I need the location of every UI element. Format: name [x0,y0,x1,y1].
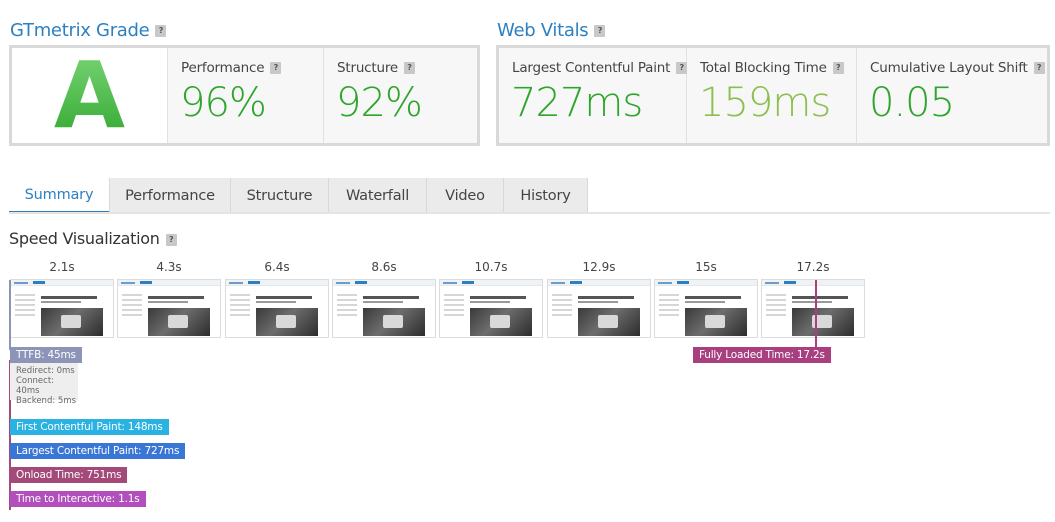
frame-thumbnail-image [148,308,210,336]
filmstrip-frame[interactable] [117,279,221,338]
web-vitals-title: Web Vitals? [497,20,606,41]
report-tabs: Summary Performance Structure Waterfall … [9,178,588,214]
tbt-value: 159ms [699,80,831,126]
help-icon[interactable]: ? [676,62,688,74]
tab-structure[interactable]: Structure [231,178,329,214]
frame-thumbnail-image [41,308,103,336]
tab-performance[interactable]: Performance [110,178,231,214]
filmstrip-frame[interactable] [332,279,436,338]
frame-thumbnail-image [792,308,854,336]
grade-letter: A [12,42,167,149]
fcp-marker[interactable]: First Contentful Paint: 148ms [10,419,169,435]
tti-marker[interactable]: Time to Interactive: 1.1s [10,491,146,507]
frame-thumbnail-image [363,308,425,336]
frame-time-label: 15s [695,260,717,274]
tbt-label: Total Blocking Time? [700,60,844,76]
frame-time-label: 12.9s [582,260,616,274]
performance-label: Performance? [181,60,282,76]
onload-marker[interactable]: Onload Time: 751ms [10,467,128,483]
frame-thumbnail-image [256,308,318,336]
tab-video[interactable]: Video [427,178,504,214]
lcp-cell: Largest Contentful Paint? 727ms [499,48,688,143]
help-icon[interactable]: ? [404,62,416,74]
tbt-cell: Total Blocking Time? 159ms [687,48,857,143]
performance-cell: Performance? 96% [168,48,324,143]
cls-label: Cumulative Layout Shift? [870,60,1045,76]
ttfb-marker[interactable]: TTFB: 45ms [10,347,82,363]
frame-time-label: 10.7s [474,260,508,274]
help-icon[interactable]: ? [270,62,282,74]
speed-visualization-title: Speed Visualization? [9,229,177,248]
filmstrip-frame[interactable] [761,279,865,338]
help-icon[interactable]: ? [1033,62,1045,74]
frame-time-label: 6.4s [264,260,290,274]
grade-cell: A [12,42,168,149]
structure-cell: Structure? 92% [324,48,477,143]
help-icon[interactable]: ? [155,25,167,37]
lcp-label: Largest Contentful Paint? [512,60,688,76]
fully-loaded-marker[interactable]: Fully Loaded Time: 17.2s [693,347,831,363]
redirect-time: Redirect: 0ms [16,366,75,376]
gtmetrix-grade-panel: A Performance? 96% Structure? 92% [9,42,480,149]
frame-time-label: 17.2s [796,260,830,274]
filmstrip-frame[interactable] [654,279,758,338]
connect-time: Connect: 40ms [16,376,55,396]
frame-thumbnail-image [470,308,532,336]
help-icon[interactable]: ? [832,62,844,74]
filmstrip-frame[interactable] [439,279,543,338]
frame-thumbnail-image [685,308,747,336]
performance-value: 96% [180,80,267,126]
filmstrip-frame[interactable] [225,279,329,338]
fully-loaded-line [815,280,817,348]
frame-time-label: 4.3s [156,260,182,274]
cls-cell: Cumulative Layout Shift? 0.05 [857,48,1047,143]
help-icon[interactable]: ? [594,25,606,37]
ttfb-breakdown: Redirect: 0ms Connect: 40ms Backend: 5ms [10,363,78,406]
gtmetrix-grade-title: GTmetrix Grade? [10,20,167,41]
structure-label: Structure? [337,60,416,76]
lcp-value: 727ms [511,80,643,126]
tabs-divider [9,212,1050,214]
frame-time-label: 2.1s [49,260,75,274]
help-icon[interactable]: ? [165,233,177,246]
backend-time: Backend: 5ms [16,396,77,406]
tab-waterfall[interactable]: Waterfall [329,178,427,214]
frame-thumbnail-image [578,308,640,336]
structure-value: 92% [336,80,423,126]
cls-value: 0.05 [869,80,955,126]
lcp-marker[interactable]: Largest Contentful Paint: 727ms [10,443,186,459]
tab-history[interactable]: History [504,178,588,214]
tab-summary[interactable]: Summary [9,178,110,214]
frame-time-label: 8.6s [371,260,397,274]
filmstrip-frame[interactable] [547,279,651,338]
filmstrip-frame[interactable] [10,279,114,338]
ttfb-line [9,280,11,350]
web-vitals-panel: Largest Contentful Paint? 727ms Total Bl… [496,45,1050,146]
